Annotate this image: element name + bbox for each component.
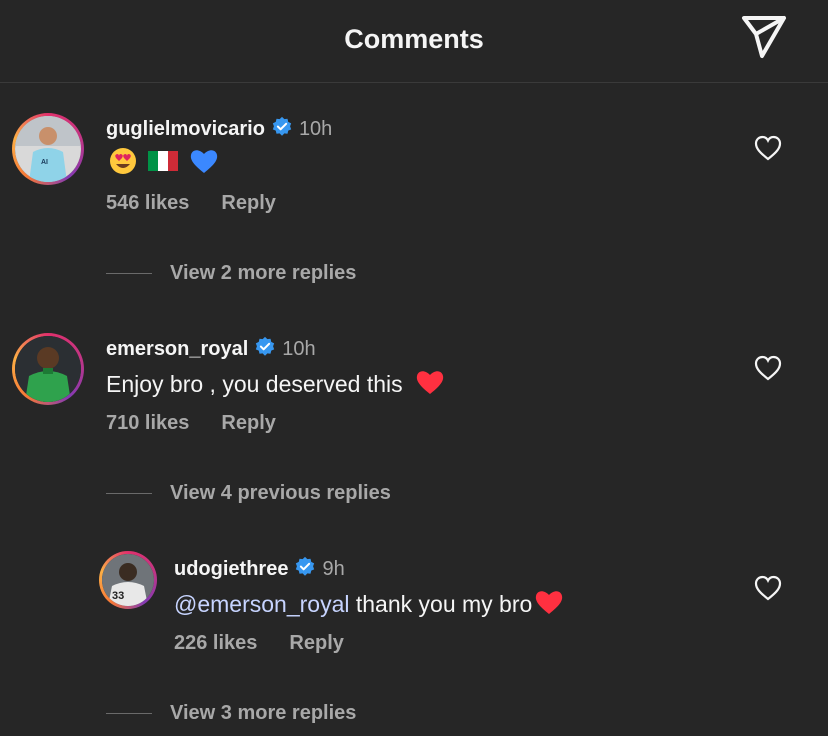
mention-link[interactable]: @emerson_royal — [174, 591, 349, 617]
comment-username[interactable]: guglielmovicario 10h — [106, 116, 332, 141]
page-title: Comments — [344, 24, 484, 54]
svg-text:33: 33 — [112, 590, 124, 602]
comment-text-content: thank you my bro — [349, 591, 533, 617]
avatar-image: 33 — [102, 554, 154, 606]
comment-username[interactable]: emerson_royal 10h — [106, 336, 316, 361]
avatar-image: AI — [15, 116, 81, 182]
verified-badge-icon — [272, 116, 292, 136]
view-more-replies[interactable]: View 3 more replies — [106, 702, 356, 725]
comment-text-content: Enjoy bro , you deserved this — [106, 371, 403, 397]
avatar-image — [15, 336, 81, 402]
avatar[interactable]: 33 — [99, 551, 157, 609]
comments-header: Comments — [0, 0, 828, 83]
heart-eyes-emoji-icon — [110, 148, 136, 174]
blue-heart-emoji-icon — [190, 150, 217, 173]
comment-meta: 546 likes Reply — [106, 192, 276, 215]
comment-text: Enjoy bro , you deserved this — [106, 368, 445, 398]
paper-plane-icon[interactable] — [738, 14, 788, 60]
username-text[interactable]: emerson_royal — [106, 338, 248, 360]
red-heart-emoji-icon — [416, 371, 444, 394]
like-heart-icon[interactable] — [754, 575, 782, 601]
avatar[interactable] — [12, 333, 84, 405]
comment-text — [108, 146, 219, 176]
verified-badge-icon — [296, 556, 315, 576]
verified-badge-icon — [256, 336, 275, 356]
divider-line — [106, 713, 152, 715]
view-previous-replies[interactable]: View 4 previous replies — [106, 482, 391, 505]
comment-meta: 226 likes Reply — [174, 632, 344, 655]
view-more-replies[interactable]: View 2 more replies — [106, 262, 356, 285]
username-text[interactable]: udogiethree — [174, 558, 288, 580]
red-heart-emoji-icon — [536, 591, 563, 614]
comment-username[interactable]: udogiethree 9h — [174, 556, 345, 581]
likes-count[interactable]: 226 likes — [174, 632, 257, 654]
avatar[interactable]: AI — [12, 113, 84, 185]
divider-line — [106, 493, 152, 495]
view-more-label[interactable]: View 3 more replies — [170, 702, 356, 724]
comment-time: 10h — [282, 338, 316, 360]
reply-button[interactable]: Reply — [221, 412, 275, 434]
svg-text:AI: AI — [41, 159, 48, 166]
reply-button[interactable]: Reply — [221, 192, 275, 214]
likes-count[interactable]: 710 likes — [106, 412, 189, 434]
comment-time: 10h — [298, 118, 333, 140]
like-heart-icon[interactable] — [754, 355, 782, 381]
italy-flag-emoji-icon — [148, 151, 179, 171]
view-more-label[interactable]: View 4 previous replies — [170, 482, 391, 504]
reply-button[interactable]: Reply — [289, 632, 343, 654]
likes-count[interactable]: 546 likes — [106, 192, 189, 214]
comment-text: @emerson_royal thank you my bro — [174, 588, 564, 618]
comment-time: 9h — [322, 558, 345, 580]
comment-meta: 710 likes Reply — [106, 412, 276, 435]
view-more-label[interactable]: View 2 more replies — [170, 262, 356, 284]
username-text[interactable]: guglielmovicario — [106, 118, 265, 140]
divider-line — [106, 273, 152, 275]
like-heart-icon[interactable] — [754, 135, 782, 161]
